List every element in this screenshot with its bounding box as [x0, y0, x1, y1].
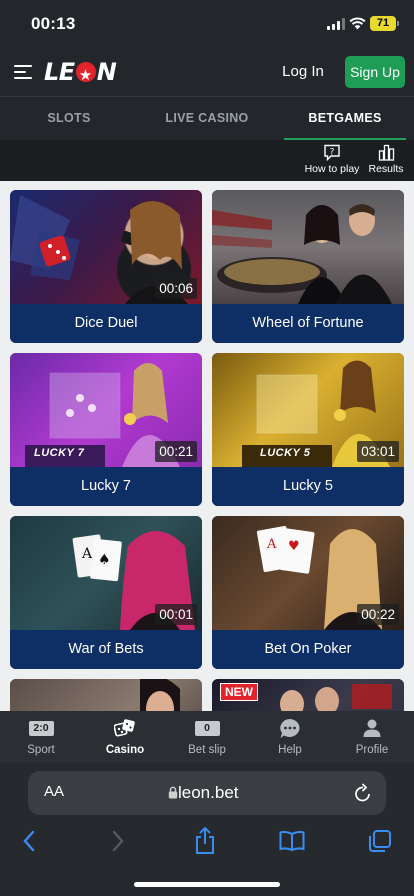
game-timer: 00:22: [357, 604, 399, 625]
logo-star-icon: [75, 61, 96, 89]
game-card-wheel-of-fortune[interactable]: Wheel of Fortune: [212, 190, 404, 343]
nav-sport-label: Sport: [27, 744, 55, 756]
betgames-toolbar: ? How to play Results: [0, 140, 414, 181]
tab-slots[interactable]: SLOTS: [0, 97, 138, 140]
scoreboard-icon: 2:0: [16, 717, 66, 739]
category-tabs: SLOTS LIVE CASINO BETGAMES: [0, 96, 414, 140]
nav-help[interactable]: Help: [268, 717, 312, 763]
nav-bet-slip-label: Bet slip: [188, 744, 226, 756]
tabs-button[interactable]: [365, 826, 395, 856]
game-card-bet-on-poker[interactable]: A ♥ 00:22 Bet On Poker: [212, 516, 404, 669]
game-timer: 00:21: [155, 441, 197, 462]
game-thumbnail: [212, 190, 404, 304]
game-thumbnail: [10, 679, 202, 711]
how-to-play-button[interactable]: ? How to play: [304, 144, 360, 178]
game-title: Dice Duel: [10, 304, 202, 343]
status-bar: 00:13 71: [0, 0, 414, 48]
results-label: Results: [368, 163, 404, 175]
user-icon: [349, 717, 395, 739]
nav-casino[interactable]: Casino: [99, 717, 151, 770]
hamburger-menu-icon[interactable]: [14, 65, 32, 79]
svg-text:?: ?: [330, 148, 335, 158]
login-button[interactable]: Log In: [281, 60, 325, 84]
signup-button[interactable]: Sign Up: [345, 56, 405, 88]
lock-icon: [168, 786, 178, 799]
chevron-right-icon: [112, 830, 124, 852]
nav-profile[interactable]: Profile: [349, 717, 395, 763]
game-card-dice-duel[interactable]: 00:06 Dice Duel: [10, 190, 202, 343]
tab-live-casino[interactable]: LIVE CASINO: [138, 97, 276, 140]
game-grid: 00:06 Dice Duel Wheel of Fortune LUCKY 7…: [0, 181, 414, 711]
game-timer: 00:01: [155, 604, 197, 625]
svg-text:A: A: [81, 546, 93, 562]
game-title: War of Bets: [10, 630, 202, 669]
game-title: Bet On Poker: [212, 630, 404, 669]
app-header: LEN Log In Sign Up: [0, 48, 414, 96]
game-card-partial-2[interactable]: NEW: [212, 679, 404, 711]
game-thumbnail: A ♥ 00:22: [212, 516, 404, 630]
bet-slip-icon: 0: [182, 717, 232, 739]
game-card-lucky-5[interactable]: LUCKY 5 03:01 Lucky 5: [212, 353, 404, 506]
game-thumbnail: LUCKY 5 03:01: [212, 353, 404, 467]
game-card-lucky-7[interactable]: LUCKY 7 00:21 Lucky 7: [10, 353, 202, 506]
tabs-icon: [369, 830, 391, 852]
bet-slip-count-badge: 0: [194, 720, 220, 736]
address-bar[interactable]: AA leon.bet: [28, 771, 386, 815]
bookmarks-button[interactable]: [277, 826, 307, 856]
cellular-signal-icon: [327, 18, 345, 30]
svg-text:♥: ♥: [288, 539, 300, 554]
help-bubble-icon: ?: [324, 144, 340, 161]
game-title: Wheel of Fortune: [212, 304, 404, 343]
forward-button[interactable]: [103, 826, 133, 856]
book-icon: [279, 831, 305, 852]
share-icon: [196, 827, 214, 854]
wheel-of-fortune-artwork: [212, 204, 392, 304]
reader-aa-button[interactable]: AA: [44, 783, 64, 800]
chevron-left-icon: [23, 830, 35, 852]
battery-indicator: 71: [370, 16, 399, 31]
svg-text:A: A: [266, 537, 277, 552]
back-button[interactable]: [14, 826, 44, 856]
game-thumbnail: LUCKY 7 00:21: [10, 353, 202, 467]
chat-bubble-icon: [268, 717, 312, 739]
nav-sport[interactable]: 2:0 Sport: [16, 717, 66, 763]
game-thumbnail: A ♠ 00:01: [10, 516, 202, 630]
game-card-partial-1[interactable]: [10, 679, 202, 711]
game-card-war-of-bets[interactable]: A ♠ 00:01 War of Bets: [10, 516, 202, 669]
status-time: 00:13: [31, 14, 76, 33]
logo-text: LEN: [44, 58, 117, 89]
sport-score-badge: 2:0: [28, 720, 54, 736]
home-indicator: [134, 882, 280, 887]
nav-casino-label: Casino: [105, 744, 145, 756]
lucky-badge: LUCKY 7: [34, 447, 85, 459]
game-title: Lucky 7: [10, 467, 202, 506]
url-text: leon.bet: [178, 783, 239, 802]
share-button[interactable]: [190, 826, 220, 856]
game-title: Lucky 5: [212, 467, 404, 506]
game-timer: 00:06: [155, 278, 197, 299]
bottom-navigation: 2:0 Sport Casino 0 Bet slip Help Profile: [0, 711, 414, 770]
results-button[interactable]: Results: [366, 144, 406, 178]
dice-icon: [99, 717, 151, 739]
game-timer: 03:01: [357, 441, 399, 462]
leon-logo[interactable]: LEN: [44, 58, 117, 89]
bar-chart-icon: [378, 144, 394, 161]
game-thumbnail: NEW: [212, 679, 404, 711]
nav-help-label: Help: [278, 744, 302, 756]
how-to-play-label: How to play: [304, 163, 360, 175]
app-screen: 00:13 71 LEN Log In Sign Up SLOTS LIVE C…: [0, 0, 414, 896]
lucky-badge: LUCKY 5: [260, 447, 311, 459]
game-thumbnail: 00:06: [10, 190, 202, 304]
browser-toolbar: AA leon.bet: [0, 763, 414, 896]
svg-text:♠: ♠: [98, 552, 111, 568]
aa-label: AA: [44, 783, 65, 800]
wifi-icon: [349, 17, 366, 30]
nav-profile-label: Profile: [355, 744, 389, 756]
game-artwork: [140, 679, 180, 711]
tab-betgames[interactable]: BETGAMES: [284, 97, 406, 140]
reload-icon[interactable]: [354, 783, 372, 803]
new-badge: NEW: [220, 683, 258, 701]
nav-bet-slip[interactable]: 0 Bet slip: [182, 717, 232, 763]
